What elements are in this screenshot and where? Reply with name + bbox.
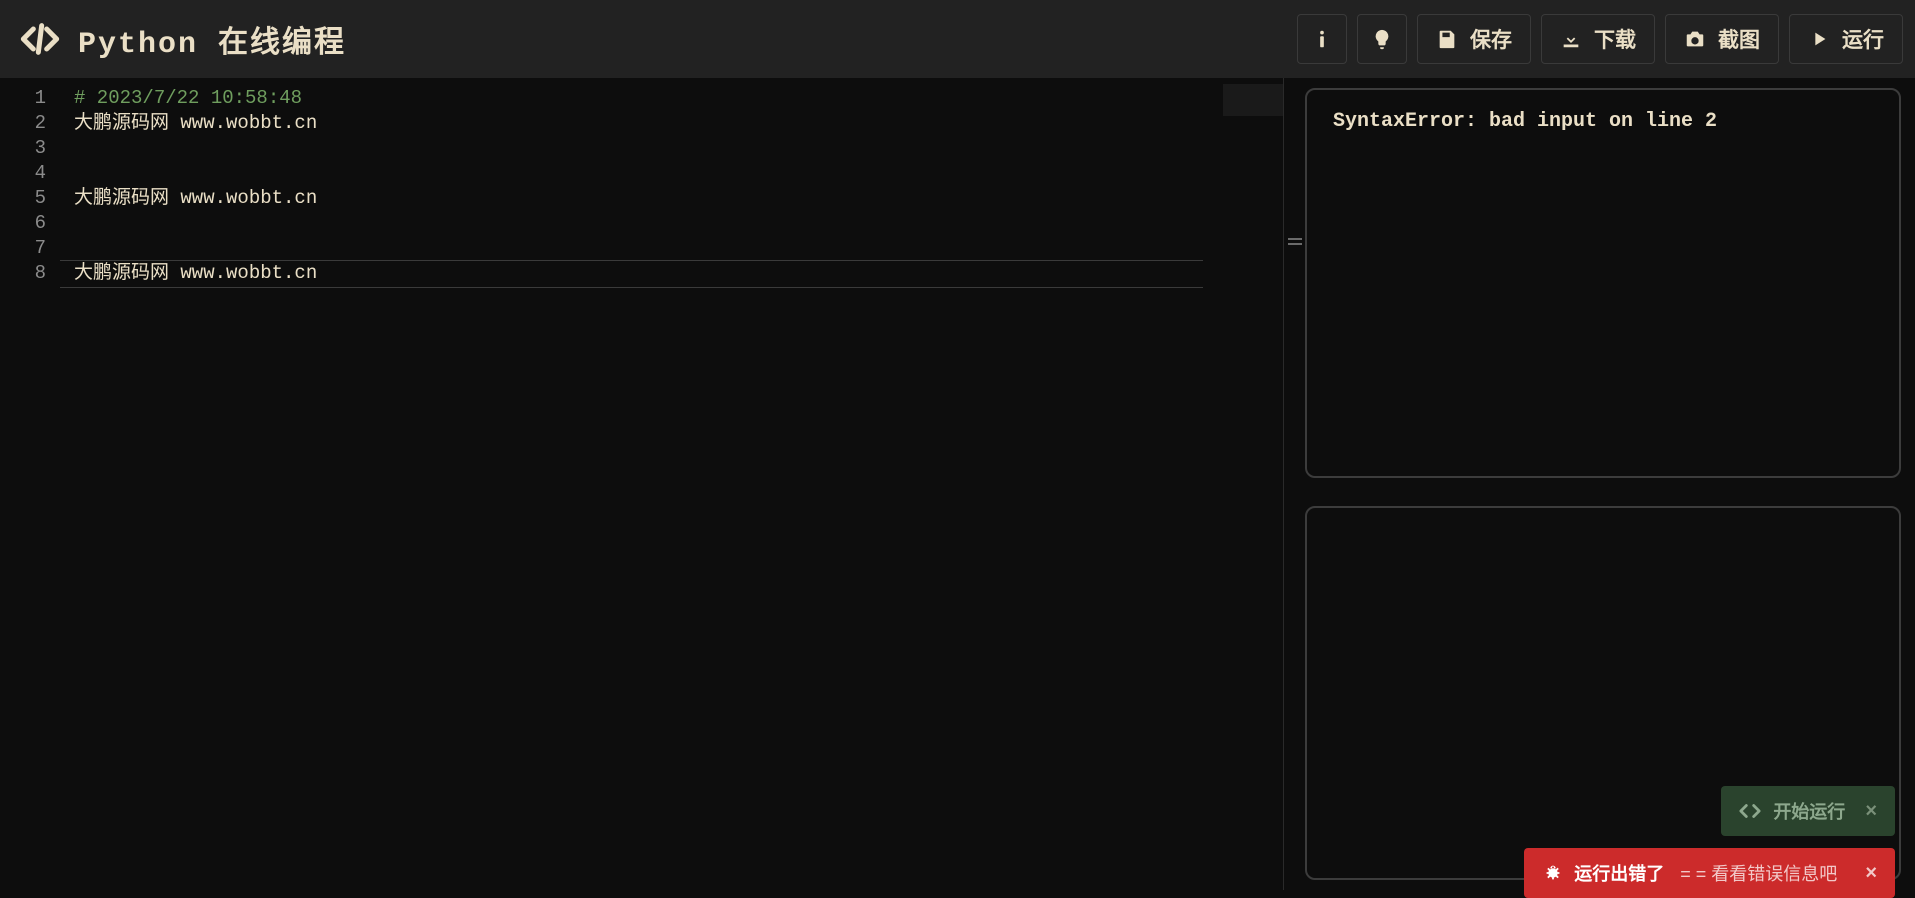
screenshot-label: 截图 [1718,24,1760,54]
run-label: 运行 [1842,24,1884,54]
error-toast-label: 运行出错了 [1574,860,1664,886]
download-label: 下载 [1594,24,1636,54]
save-label: 保存 [1470,24,1512,54]
screenshot-button[interactable]: 截图 [1665,14,1779,64]
line-number: 6 [0,211,60,236]
resize-grip-icon [1288,238,1302,240]
line-gutter: 12345678 [0,78,60,890]
info-button[interactable] [1297,14,1347,64]
line-number: 8 [0,261,60,286]
camera-icon [1684,28,1706,50]
info-icon [1311,28,1333,50]
close-icon[interactable]: × [1865,800,1877,823]
error-toast-detail: = = 看看错误信息吧 [1680,860,1837,886]
code-line[interactable]: # 2023/7/22 10:58:48 [74,86,1283,111]
code-line[interactable] [74,211,1283,236]
download-button[interactable]: 下载 [1541,14,1655,64]
output-text: SyntaxError: bad input on line 2 [1333,110,1873,133]
run-toast[interactable]: 开始运行 × [1721,786,1895,836]
output-panel[interactable]: SyntaxError: bad input on line 2 [1305,88,1901,478]
brand: Python 在线编程 [20,17,346,62]
download-icon [1560,28,1582,50]
run-button[interactable]: 运行 [1789,14,1903,64]
save-button[interactable]: 保存 [1417,14,1531,64]
code-line[interactable] [74,136,1283,161]
app-title: Python 在线编程 [78,17,346,62]
code-line[interactable]: 大鹏源码网 www.wobbt.cn [74,261,1283,286]
code-area[interactable]: # 2023/7/22 10:58:48大鹏源码网 www.wobbt.cn大鹏… [60,78,1283,890]
bug-icon [1542,862,1564,884]
editor-pane[interactable]: 12345678 # 2023/7/22 10:58:48大鹏源码网 www.w… [0,78,1283,890]
pane-resize-handle[interactable] [1283,78,1305,890]
code-line[interactable]: 大鹏源码网 www.wobbt.cn [74,186,1283,211]
play-icon [1808,28,1830,50]
code-icon [1739,800,1761,822]
side-panels: SyntaxError: bad input on line 2 [1305,78,1915,890]
lightbulb-icon [1371,28,1393,50]
line-number: 4 [0,161,60,186]
line-number: 3 [0,136,60,161]
code-line[interactable] [74,236,1283,261]
line-number: 5 [0,186,60,211]
main: 12345678 # 2023/7/22 10:58:48大鹏源码网 www.w… [0,78,1915,890]
code-line[interactable] [74,161,1283,186]
code-icon [20,19,60,59]
line-number: 7 [0,236,60,261]
toolbar: Python 在线编程 保存 下载 [0,0,1915,78]
line-number: 2 [0,111,60,136]
run-toast-label: 开始运行 [1773,798,1845,824]
close-icon[interactable]: × [1865,862,1877,885]
save-icon [1436,28,1458,50]
editor-scrollbar[interactable] [1265,78,1283,890]
line-number: 1 [0,86,60,111]
error-toast[interactable]: 运行出错了 = = 看看错误信息吧 × [1524,848,1895,898]
code-line[interactable]: 大鹏源码网 www.wobbt.cn [74,111,1283,136]
hint-button[interactable] [1357,14,1407,64]
